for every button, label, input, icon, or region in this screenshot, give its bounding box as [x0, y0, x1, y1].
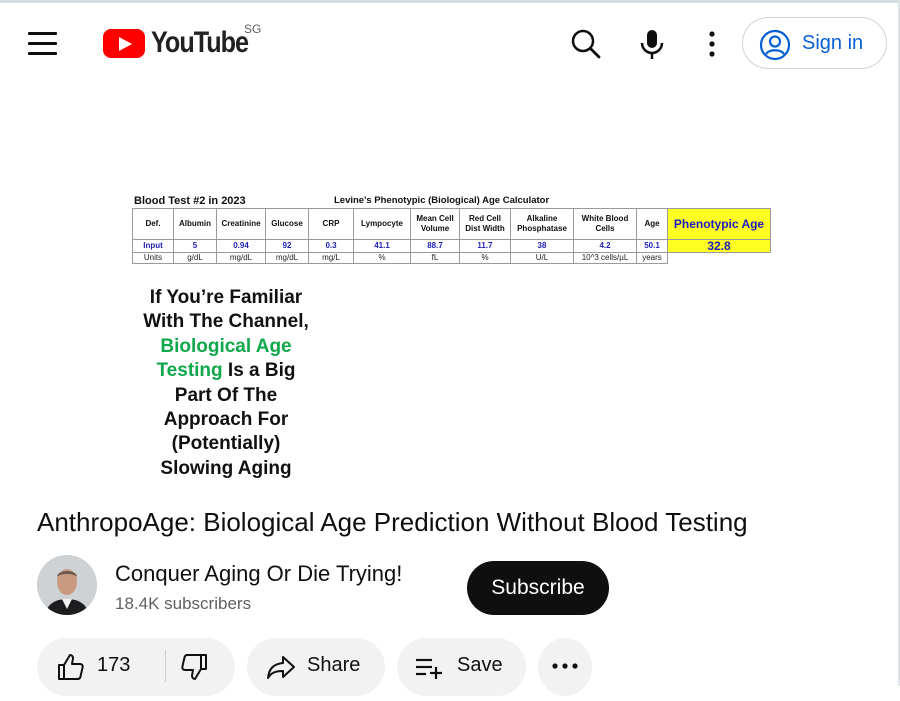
- country-code: SG: [244, 22, 262, 36]
- table-cell: 0.3: [308, 239, 354, 253]
- caption-text: Is a Big: [227, 360, 296, 382]
- caption-line: Approach For: [163, 409, 289, 431]
- caption-line: Testing Is a Big: [128, 359, 324, 383]
- table-cell: [668, 253, 771, 264]
- table-cell: %: [353, 252, 411, 264]
- table-header: White Blood Cells: [573, 208, 637, 240]
- thumbnail-caption: If You’re Familiar With The Channel, Bio…: [128, 286, 324, 481]
- table-cell: Input: [132, 239, 174, 253]
- table-cell: 92: [265, 239, 309, 253]
- search-icon[interactable]: [566, 24, 606, 64]
- caption-line: Slowing Aging: [160, 457, 292, 479]
- share-button[interactable]: Share: [247, 638, 385, 696]
- youtube-play-icon: [103, 29, 145, 58]
- blood-test-table: Def. Albumin Creatinine Glucose CRP Lymp…: [132, 208, 771, 264]
- logo-text: YouTube: [151, 26, 249, 59]
- video-player[interactable]: Blood Test #2 in 2023 Levine's Phenotypi…: [128, 122, 771, 484]
- table-cell: %: [459, 252, 511, 264]
- more-actions-button[interactable]: [538, 638, 592, 696]
- caption-line: (Potentially): [171, 433, 281, 455]
- table-cell: 4.2: [573, 239, 637, 253]
- table-cell: 0.94: [216, 239, 266, 253]
- sign-in-button[interactable]: Sign in: [742, 17, 887, 69]
- caption-line: Part Of The: [174, 384, 278, 406]
- table-cell: 10^3 cells/µL: [573, 252, 637, 264]
- table-header: Age: [636, 208, 668, 240]
- caption-highlight: Testing: [156, 360, 223, 382]
- table-header: Creatinine: [216, 208, 266, 240]
- caption-line: With The Channel,: [143, 311, 309, 333]
- channel-name[interactable]: Conquer Aging Or Die Trying!: [115, 561, 402, 587]
- table-header: Mean Cell Volume: [410, 208, 460, 240]
- table-header: Def.: [132, 208, 174, 240]
- table-cell: 5: [173, 239, 217, 253]
- table-header: Glucose: [265, 208, 309, 240]
- table-cell: Units: [132, 252, 174, 264]
- channel-avatar[interactable]: [37, 555, 97, 615]
- table-cell: mg/L: [308, 252, 354, 264]
- sign-in-label: Sign in: [802, 32, 864, 54]
- phenotypic-age-header: Phenotypic Age: [667, 208, 771, 240]
- table-cell: 88.7: [410, 239, 460, 253]
- mic-icon[interactable]: [632, 24, 672, 64]
- thumbs-down-icon: [181, 654, 207, 680]
- save-button[interactable]: Save: [397, 638, 526, 696]
- share-icon: [267, 656, 295, 679]
- caption-line: If You’re Familiar: [149, 287, 303, 308]
- menu-icon[interactable]: [28, 30, 58, 56]
- blood-test-title: Blood Test #2 in 2023: [134, 195, 246, 207]
- more-vert-icon[interactable]: [692, 24, 732, 64]
- subscribe-button[interactable]: Subscribe: [467, 561, 609, 615]
- table-cell: mg/dL: [216, 252, 266, 264]
- table-header: CRP: [308, 208, 354, 240]
- table-cell: g/dL: [173, 252, 217, 264]
- table-header: Lympocyte: [353, 208, 411, 240]
- table-cell: 11.7: [459, 239, 511, 253]
- subscriber-count: 18.4K subscribers: [115, 594, 252, 613]
- window-top-border: [0, 0, 900, 3]
- calculator-title: Levine's Phenotypic (Biological) Age Cal…: [334, 195, 550, 206]
- phenotypic-age-value: 32.8: [667, 239, 771, 253]
- table-header: Alkaline Phosphatase: [510, 208, 574, 240]
- video-thumbnail: Blood Test #2 in 2023 Levine's Phenotypi…: [128, 122, 771, 484]
- account-circle-icon: [759, 29, 791, 61]
- table-cell: 50.1: [636, 239, 668, 253]
- like-dislike-group: 173: [37, 638, 235, 696]
- table-cell: U/L: [510, 252, 574, 264]
- table-cell: mg/dL: [265, 252, 309, 264]
- save-label: Save: [457, 654, 503, 676]
- table-header: Albumin: [173, 208, 217, 240]
- dislike-button[interactable]: [166, 638, 235, 696]
- video-title: AnthropoAge: Biological Age Prediction W…: [37, 507, 748, 537]
- table-cell: fL: [410, 252, 460, 264]
- table-cell: 38: [510, 239, 574, 253]
- share-label: Share: [307, 654, 361, 676]
- thumbs-up-icon: [58, 654, 84, 680]
- table-cell: 41.1: [353, 239, 411, 253]
- like-button[interactable]: 173: [37, 638, 165, 696]
- table-header: Red Cell Dist Width: [459, 208, 511, 240]
- more-horiz-icon: [552, 663, 578, 669]
- table-cell: years: [636, 252, 668, 264]
- caption-line: Biological Age: [160, 335, 292, 357]
- playlist-add-icon: [416, 658, 442, 679]
- like-count: 173: [97, 654, 131, 676]
